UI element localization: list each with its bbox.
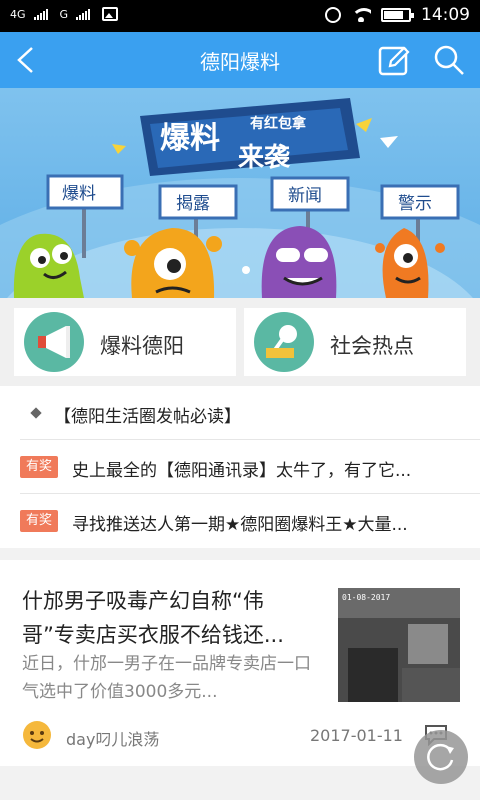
reward-badge: 有奖 xyxy=(20,510,58,532)
quick-link-label: 爆料德阳 xyxy=(100,334,184,358)
notice-item[interactable]: 【德阳生活圈发帖必读】 xyxy=(20,386,480,440)
article-card[interactable]: 什邡男子吸毒产幻自称“伟哥”专卖店买衣服不给钱还... 近日，什邡一男子在一品牌… xyxy=(0,560,480,766)
reward-badge: 有奖 xyxy=(20,456,58,478)
article-title: 什邡男子吸毒产幻自称“伟哥”专卖店买衣服不给钱还... xyxy=(22,589,284,647)
banner-illustration: 爆料 有红包拿 来袭 爆料 揭露 新闻 警示 xyxy=(0,98,480,298)
refresh-icon xyxy=(427,743,454,771)
quick-link-hot[interactable]: 社会热点 xyxy=(244,308,466,376)
battery-icon xyxy=(381,8,414,22)
signal-icon xyxy=(76,8,91,20)
banner-headline-2: 来袭 xyxy=(238,143,291,173)
banner-headline-1: 爆料 xyxy=(160,121,220,156)
network-indicators: 4G G xyxy=(10,7,119,21)
bullet-icon xyxy=(30,407,42,419)
news-microphone-icon xyxy=(254,312,314,372)
sign-label-3: 新闻 xyxy=(288,186,322,206)
system-indicators: 14:09 xyxy=(325,5,470,25)
sign-label-4: 警示 xyxy=(398,194,432,214)
network-type-1: 4G xyxy=(10,7,26,21)
notice-text: 史上最全的【德阳通讯录】太牛了，有了它... xyxy=(72,461,412,481)
app-header: 德阳爆料 xyxy=(0,32,480,88)
edit-post-icon[interactable] xyxy=(378,44,410,76)
search-icon[interactable] xyxy=(432,44,466,76)
notice-list: 【德阳生活圈发帖必读】 有奖 史上最全的【德阳通讯录】太牛了，有了它... 有奖… xyxy=(0,386,480,548)
status-bar: 4G G 14:09 xyxy=(0,0,480,32)
quick-link-label: 社会热点 xyxy=(330,334,414,358)
post-date: 2017-01-11 xyxy=(310,726,403,745)
image-notification-icon xyxy=(102,7,119,21)
article-summary: 近日，什邡一男子在一品牌专卖店一口气选中了价值3000多元... xyxy=(22,654,311,702)
sign-label-2: 揭露 xyxy=(176,194,210,214)
author-name[interactable]: day叼儿浪荡 xyxy=(66,726,159,750)
network-type-2: G xyxy=(59,7,69,21)
notice-item[interactable]: 有奖 寻找推送达人第一期★德阳圈爆料王★大量... xyxy=(20,494,480,548)
article-thumbnail[interactable]: 01-08-2017 xyxy=(338,588,460,702)
author-avatar[interactable] xyxy=(22,720,52,750)
thumb-timestamp: 01-08-2017 xyxy=(342,593,390,602)
clock: 14:09 xyxy=(421,5,470,25)
quick-link-baoliao[interactable]: 爆料德阳 xyxy=(14,308,236,376)
megaphone-icon xyxy=(24,312,84,372)
refresh-button[interactable] xyxy=(414,730,468,784)
alarm-icon xyxy=(325,7,341,23)
notice-text: 【德阳生活圈发帖必读】 xyxy=(54,407,241,427)
signal-icon xyxy=(33,8,48,20)
notice-text: 寻找推送达人第一期★德阳圈爆料王★大量... xyxy=(72,515,408,535)
sign-label-1: 爆料 xyxy=(62,184,96,204)
notice-item[interactable]: 有奖 史上最全的【德阳通讯录】太牛了，有了它... xyxy=(20,440,480,494)
promo-banner[interactable]: 爆料 有红包拿 来袭 爆料 揭露 新闻 警示 xyxy=(0,88,480,298)
banner-headline-small: 有红包拿 xyxy=(250,115,307,132)
quick-links: 爆料德阳 社会热点 xyxy=(0,298,480,386)
wifi-icon xyxy=(351,8,371,22)
